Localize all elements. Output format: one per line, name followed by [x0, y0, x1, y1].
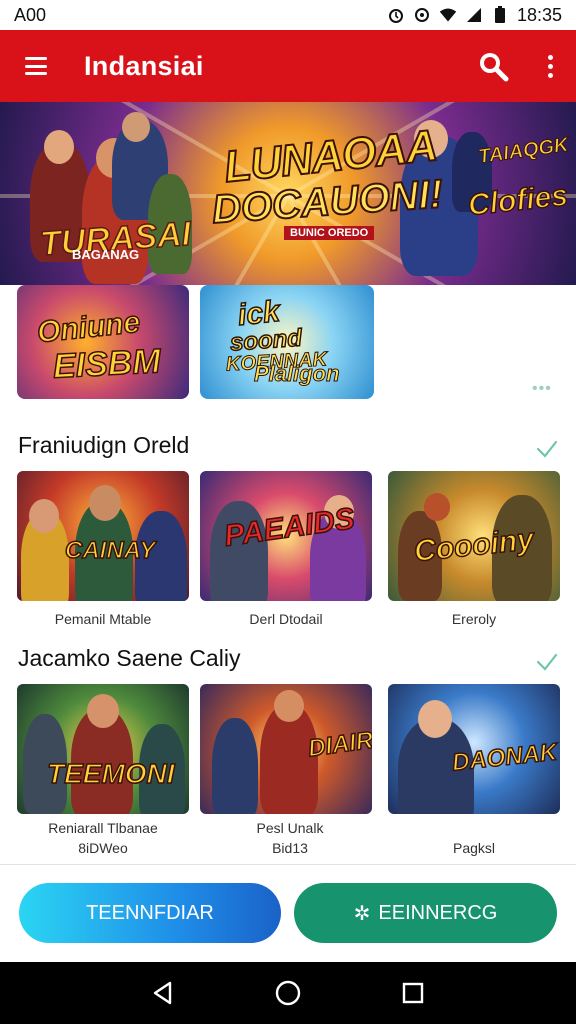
- promo-card[interactable]: ick soond KOENNAK Plaligon: [200, 285, 374, 399]
- primary-action-button[interactable]: TEENNFDIAR: [19, 883, 281, 943]
- game-art-title: TEEMONI: [46, 757, 175, 790]
- game-label: Pemanil Mtable: [54, 611, 152, 627]
- game-card[interactable]: TEEMONI: [17, 684, 189, 814]
- sparkle-icon: ✲: [353, 902, 371, 925]
- game-label-secondary: 8iDWeo: [78, 840, 128, 856]
- game-label: Pesl Unalk: [256, 820, 324, 836]
- menu-button[interactable]: [0, 30, 72, 102]
- status-bar: A00 18:35: [0, 0, 576, 30]
- hamburger-icon: [25, 57, 47, 75]
- divider: [0, 864, 576, 865]
- recents-icon: [403, 982, 424, 1004]
- game-label-secondary: Bid13: [272, 840, 308, 856]
- hero-subtitle-left: BAGANAG: [72, 247, 140, 262]
- game-label: Pagksl: [452, 840, 496, 856]
- check-icon[interactable]: [536, 651, 558, 673]
- status-time-right: 18:35: [516, 4, 562, 25]
- character-head: [89, 485, 121, 521]
- primary-action-label: TEENNFDIAR: [86, 901, 214, 924]
- home-icon: [275, 980, 301, 1006]
- section-title: Jacamko Saene Caliy: [18, 645, 241, 671]
- hero-banner[interactable]: TURASAI BAGANAG LUNAOAA DOCAUONI! BUNIC …: [0, 102, 576, 285]
- secondary-action-button[interactable]: ✲ EEINNERCG: [294, 883, 557, 943]
- signal-icon: [465, 6, 483, 24]
- system-nav-bar: [0, 962, 576, 1024]
- recents-button[interactable]: [393, 973, 433, 1013]
- alarm-icon: [387, 6, 405, 24]
- status-icons: 18:35: [387, 5, 562, 26]
- home-button[interactable]: [268, 973, 308, 1013]
- game-card[interactable]: Coooiny: [388, 471, 560, 601]
- game-label: Reniarall Tlbanae: [48, 820, 158, 836]
- hero-tag: BUNIC OREDO: [284, 226, 375, 240]
- battery-icon: [491, 6, 509, 24]
- promo-title-4: Plaligon: [254, 361, 341, 387]
- search-button[interactable]: [462, 30, 524, 102]
- hero-title-right: TAIAQGK: [476, 133, 570, 169]
- game-card[interactable]: CAINAY: [17, 471, 189, 601]
- search-icon: [480, 53, 509, 82]
- promo-title-2: EISBM: [51, 341, 162, 386]
- character: [212, 718, 258, 814]
- hero-character-head: [44, 130, 74, 164]
- game-card[interactable]: PAEAIDS: [200, 471, 372, 601]
- character-head: [87, 694, 119, 728]
- character-head: [29, 499, 59, 533]
- secondary-action-label: EEINNERCG: [378, 901, 498, 924]
- app-title: Indansiai: [84, 50, 204, 81]
- game-art-title: CAINAY: [64, 536, 156, 565]
- page-indicator[interactable]: •••: [532, 380, 552, 398]
- character-head: [418, 700, 452, 738]
- game-label: Ereroly: [451, 611, 497, 627]
- game-card[interactable]: DAONAK: [388, 684, 560, 814]
- check-icon[interactable]: [536, 438, 558, 460]
- more-options-icon[interactable]: [524, 30, 576, 102]
- character-head: [274, 690, 304, 722]
- game-art-title: DIAIRL: [306, 724, 372, 763]
- game-label: Derl Dtodail: [249, 611, 323, 627]
- back-button[interactable]: [143, 973, 183, 1013]
- wifi-icon: [439, 6, 457, 24]
- hero-character-head: [122, 112, 150, 142]
- back-icon: [153, 981, 171, 1005]
- status-time-left: A00: [14, 4, 47, 25]
- sync-icon: [413, 6, 431, 24]
- app-bar: Indansiai: [0, 30, 576, 102]
- promo-card[interactable]: Oniune EISBM: [17, 285, 189, 399]
- section-title: Franiudign Oreld: [18, 432, 190, 458]
- character-head: [424, 493, 450, 521]
- game-card[interactable]: DIAIRL: [200, 684, 372, 814]
